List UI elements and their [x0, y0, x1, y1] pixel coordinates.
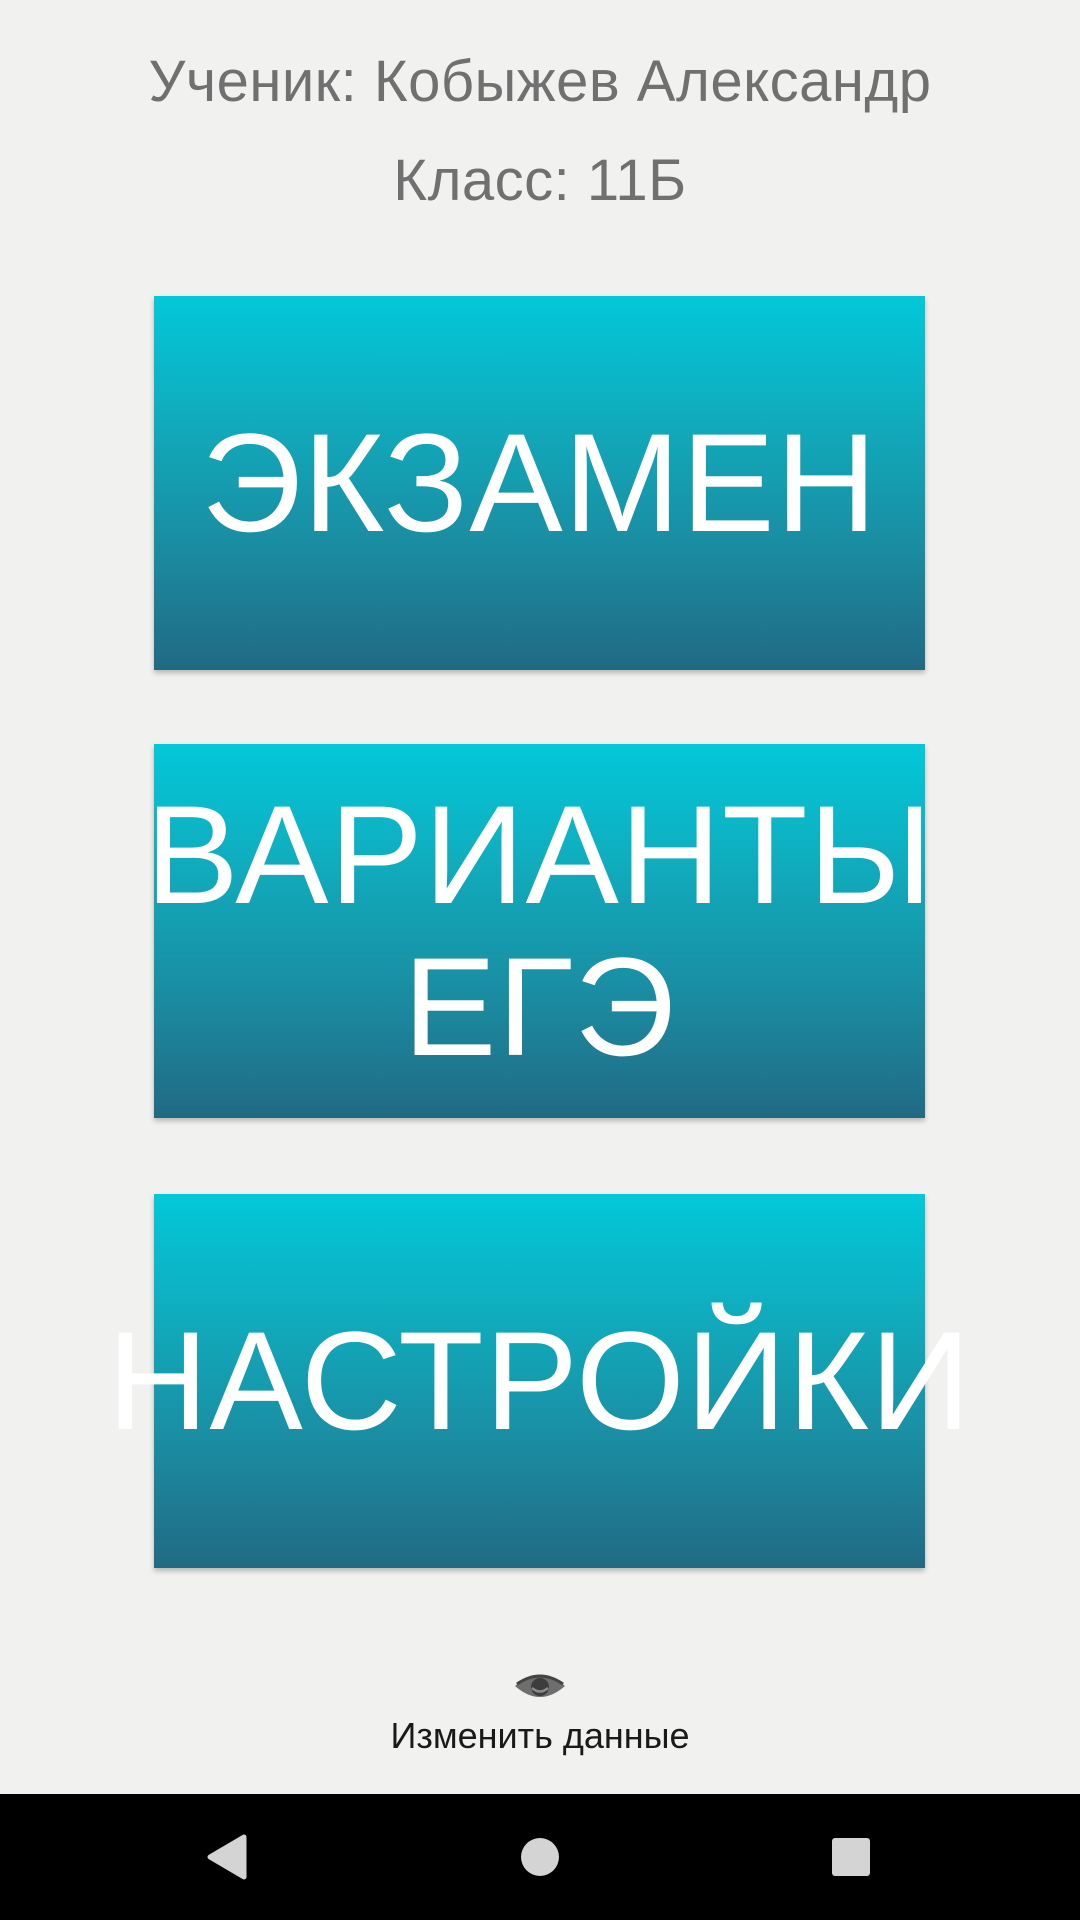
- nav-back-button[interactable]: [191, 1822, 261, 1892]
- settings-button-label: НАСТРОЙКИ: [107, 1302, 972, 1459]
- back-triangle-icon: [207, 1834, 247, 1880]
- exam-button[interactable]: ЭКЗАМЕН: [154, 296, 925, 670]
- eye-icon: [515, 1674, 565, 1697]
- nav-recents-button[interactable]: [816, 1822, 886, 1892]
- student-class-label: Класс: 11Б: [393, 148, 687, 213]
- change-data-button[interactable]: Изменить данные: [340, 1668, 740, 1778]
- settings-button[interactable]: НАСТРОЙКИ: [107, 1194, 971, 1568]
- student-name-label: Ученик: Кобыжев Александр: [148, 49, 932, 114]
- ege-variants-button-label-line1: ВАРИАНТЫ: [145, 776, 934, 933]
- home-circle-icon: [521, 1838, 559, 1876]
- exam-button-label: ЭКЗАМЕН: [201, 404, 878, 561]
- change-data-label: Изменить данные: [390, 1715, 690, 1756]
- recents-square-icon: [832, 1838, 870, 1876]
- system-navigation-bar: [0, 1794, 1080, 1920]
- nav-home-button[interactable]: [505, 1822, 575, 1892]
- ege-variants-button[interactable]: ВАРИАНТЫ ЕГЭ: [145, 744, 933, 1118]
- main-screen: Ученик: Кобыжев Александр Класс: 11Б ЭКЗ…: [0, 0, 1080, 1920]
- ege-variants-button-label-line2: ЕГЭ: [403, 928, 676, 1085]
